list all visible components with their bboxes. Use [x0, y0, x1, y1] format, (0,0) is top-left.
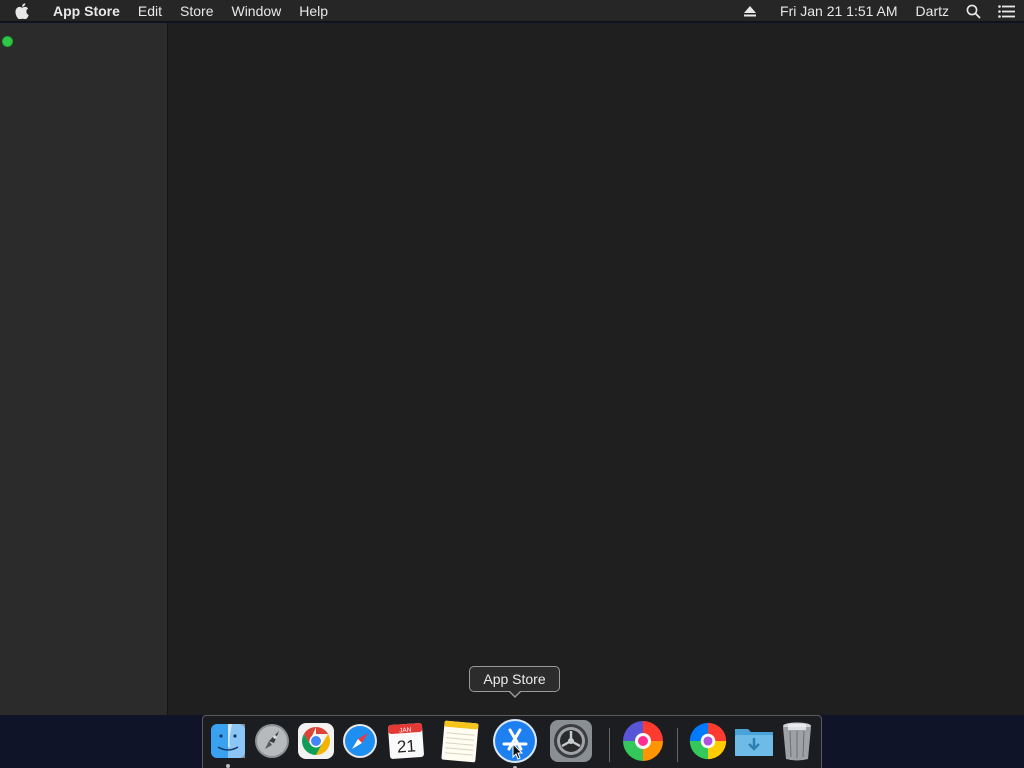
notes-icon	[441, 720, 479, 763]
menu-store[interactable]: Store	[171, 0, 222, 22]
dock-item-finder[interactable]	[205, 718, 251, 768]
dock-item-launchpad[interactable]	[249, 718, 295, 764]
app-store-sidebar	[0, 23, 168, 715]
dock-item-chrome[interactable]	[293, 718, 339, 764]
spotlight-search-icon[interactable]	[958, 0, 988, 22]
trash-icon	[783, 722, 811, 761]
launchpad-icon	[255, 724, 289, 758]
app-store-content-area	[169, 23, 1024, 715]
dock-item-trash[interactable]	[774, 718, 820, 764]
menu-edit[interactable]: Edit	[129, 0, 171, 22]
menu-app-name[interactable]: App Store	[44, 0, 129, 22]
dock-separator	[677, 728, 678, 762]
dock-separator	[609, 728, 610, 762]
calendar-day: 21	[396, 736, 416, 756]
pinwheel-icon	[689, 722, 727, 760]
notification-center-icon[interactable]	[988, 0, 1024, 22]
dock-item-pinwheel-app[interactable]	[620, 718, 666, 764]
menu-help[interactable]: Help	[290, 0, 337, 22]
desktop: App Store Edit Store Window Help Fri Jan…	[0, 0, 1024, 768]
dock-item-pinwheel-app-2[interactable]	[685, 718, 731, 764]
calendar-icon: JAN 21	[388, 723, 424, 759]
dock-running-indicator	[226, 764, 230, 768]
eject-icon[interactable]	[737, 0, 763, 22]
dock-item-safari[interactable]	[337, 718, 383, 764]
menu-window[interactable]: Window	[222, 0, 290, 22]
downloads-folder-icon	[735, 729, 773, 756]
menu-bar-status-area: Fri Jan 21 1:51 AM Dartz	[737, 0, 1024, 22]
chrome-icon	[298, 723, 334, 759]
pinwheel-icon	[623, 721, 663, 761]
apple-menu-icon[interactable]	[0, 0, 44, 22]
window-zoom-button[interactable]	[2, 36, 13, 47]
dock-item-calendar[interactable]: JAN 21	[383, 718, 429, 764]
dock-tooltip-arrow-fill	[509, 690, 521, 696]
dock-item-system-preferences[interactable]	[548, 718, 594, 764]
safari-icon	[343, 724, 377, 758]
menu-bar-user[interactable]: Dartz	[907, 0, 958, 22]
menu-bar-clock[interactable]: Fri Jan 21 1:51 AM	[771, 0, 907, 22]
dock: JAN 21	[202, 715, 822, 768]
dock-item-app-store[interactable]	[492, 718, 538, 768]
system-preferences-icon	[550, 720, 592, 762]
calendar-month: JAN	[399, 727, 412, 735]
finder-icon	[211, 724, 245, 758]
dock-item-notes[interactable]	[437, 718, 483, 764]
menu-bar: App Store Edit Store Window Help Fri Jan…	[0, 0, 1024, 22]
dock-tooltip: App Store	[469, 666, 560, 692]
app-store-icon	[493, 719, 537, 763]
dock-item-downloads[interactable]	[731, 718, 777, 764]
app-store-window	[0, 23, 1024, 715]
